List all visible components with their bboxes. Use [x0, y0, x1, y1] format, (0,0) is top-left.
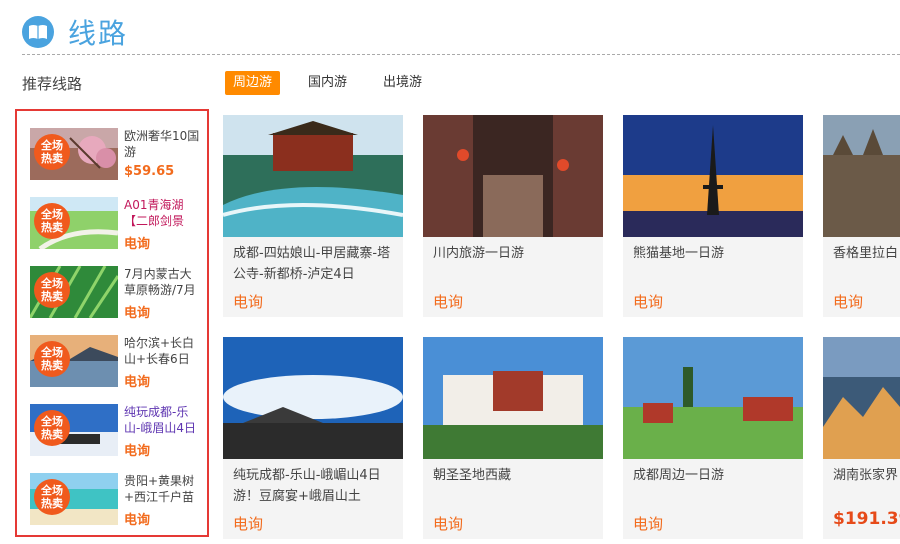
book-icon — [22, 16, 54, 48]
hot-sale-badge: 全场 热卖 — [34, 203, 70, 239]
sidebar-thumbnail[interactable]: 全场 热卖 — [30, 197, 118, 249]
tab-outbound[interactable]: 出境游 — [375, 71, 430, 95]
tab-nearby[interactable]: 周边游 — [225, 71, 281, 95]
card-title[interactable]: 朝圣圣地西藏 — [433, 465, 597, 486]
card-title[interactable]: 成都周边一日游 — [633, 465, 797, 486]
route-card[interactable]: 成都周边一日游 电询 — [623, 337, 803, 539]
card-title[interactable]: 成都-四姑娘山-甲居藏寨-塔公寺-新都桥-泸定4日 — [233, 243, 397, 285]
sidebar-item[interactable]: 全场 热卖 欧洲奢华10国游 $59.65 — [30, 128, 202, 190]
hot-sale-badge: 全场 热卖 — [34, 272, 70, 308]
sidebar-item-title[interactable]: 哈尔滨+长白山+长春6日 — [124, 335, 202, 367]
page-title: 线路 — [68, 17, 129, 50]
card-price: 电询 — [233, 293, 264, 311]
card-price: 电询 — [633, 515, 664, 533]
card-title[interactable]: 纯玩成都-乐山-峨嵋山4日游！豆腐宴+峨眉山土 — [233, 465, 397, 507]
hot-sale-badge: 全场 热卖 — [34, 410, 70, 446]
sidebar-item-title[interactable]: 纯玩成都-乐山-峨眉山4日 — [124, 404, 202, 436]
card-image[interactable] — [623, 337, 803, 459]
sidebar-item-price: 电询 — [124, 237, 151, 252]
sidebar-thumbnail[interactable]: 全场 热卖 — [30, 473, 118, 525]
sidebar-item-title[interactable]: 欧洲奢华10国游 — [124, 128, 202, 160]
sidebar-item-price: 电询 — [124, 444, 151, 459]
route-card[interactable]: 朝圣圣地西藏 电询 — [423, 337, 603, 539]
card-price: 电询 — [633, 293, 664, 311]
hot-sale-badge: 全场 热卖 — [34, 341, 70, 377]
card-price: 电询 — [433, 515, 464, 533]
sidebar-thumbnail[interactable]: 全场 热卖 — [30, 266, 118, 318]
route-card[interactable]: 纯玩成都-乐山-峨嵋山4日游！豆腐宴+峨眉山土 电询 — [223, 337, 403, 539]
route-card[interactable]: 熊猫基地一日游 电询 — [623, 115, 803, 317]
header-divider — [22, 54, 900, 55]
card-image[interactable] — [823, 115, 900, 237]
sidebar-item-title[interactable]: 7月内蒙古大草原畅游/7月 — [124, 266, 202, 298]
card-title[interactable]: 湖南张家界 — [833, 465, 900, 486]
card-price: 电询 — [233, 515, 264, 533]
card-price: 电询 — [433, 293, 464, 311]
route-card[interactable]: 香格里拉白 电询 — [823, 115, 900, 317]
sidebar-item-title[interactable]: A01青海湖【二郎剑景 — [124, 197, 202, 229]
tab-domestic[interactable]: 国内游 — [300, 71, 355, 95]
card-image[interactable] — [223, 337, 403, 459]
sidebar-item-title[interactable]: 贵阳+黄果树+西江千户苗 — [124, 473, 202, 505]
sidebar-item-price: 电询 — [124, 306, 151, 321]
card-image[interactable] — [623, 115, 803, 237]
card-image[interactable] — [423, 337, 603, 459]
sidebar-item[interactable]: 全场 热卖 7月内蒙古大草原畅游/7月 电询 — [30, 266, 202, 328]
sidebar-item-price: 电询 — [124, 375, 151, 390]
card-title[interactable]: 川内旅游一日游 — [433, 243, 597, 264]
card-price: $191.39 — [833, 509, 900, 529]
sidebar-thumbnail[interactable]: 全场 热卖 — [30, 128, 118, 180]
tab-bar: 周边游 国内游 出境游 — [225, 71, 450, 95]
sidebar-thumbnail[interactable]: 全场 热卖 — [30, 404, 118, 456]
card-title[interactable]: 香格里拉白 — [833, 243, 900, 264]
sidebar-item[interactable]: 全场 热卖 贵阳+黄果树+西江千户苗 电询 — [30, 473, 202, 535]
sidebar-item[interactable]: 全场 热卖 A01青海湖【二郎剑景 电询 — [30, 197, 202, 259]
section-label: 推荐线路 — [22, 75, 83, 93]
card-image[interactable] — [223, 115, 403, 237]
sidebar-thumbnail[interactable]: 全场 热卖 — [30, 335, 118, 387]
card-title[interactable]: 熊猫基地一日游 — [633, 243, 797, 264]
card-price: 电询 — [833, 293, 864, 311]
route-card[interactable]: 成都-四姑娘山-甲居藏寨-塔公寺-新都桥-泸定4日 电询 — [223, 115, 403, 317]
card-image[interactable] — [423, 115, 603, 237]
route-card[interactable]: 川内旅游一日游 电询 — [423, 115, 603, 317]
hot-sale-badge: 全场 热卖 — [34, 134, 70, 170]
sidebar-item[interactable]: 全场 热卖 哈尔滨+长白山+长春6日 电询 — [30, 335, 202, 397]
route-card[interactable]: 湖南张家界 $191.39 — [823, 337, 900, 539]
hot-sale-badge: 全场 热卖 — [34, 479, 70, 515]
sidebar-item-price: $59.65 — [124, 164, 175, 179]
sidebar-item-price: 电询 — [124, 513, 151, 528]
recommended-sidebar: 全场 热卖 欧洲奢华10国游 $59.65 全场 热卖 A01青海湖【二郎剑景 电询… — [15, 109, 209, 537]
card-image[interactable] — [823, 337, 900, 459]
sidebar-item[interactable]: 全场 热卖 纯玩成都-乐山-峨眉山4日 电询 — [30, 404, 202, 466]
